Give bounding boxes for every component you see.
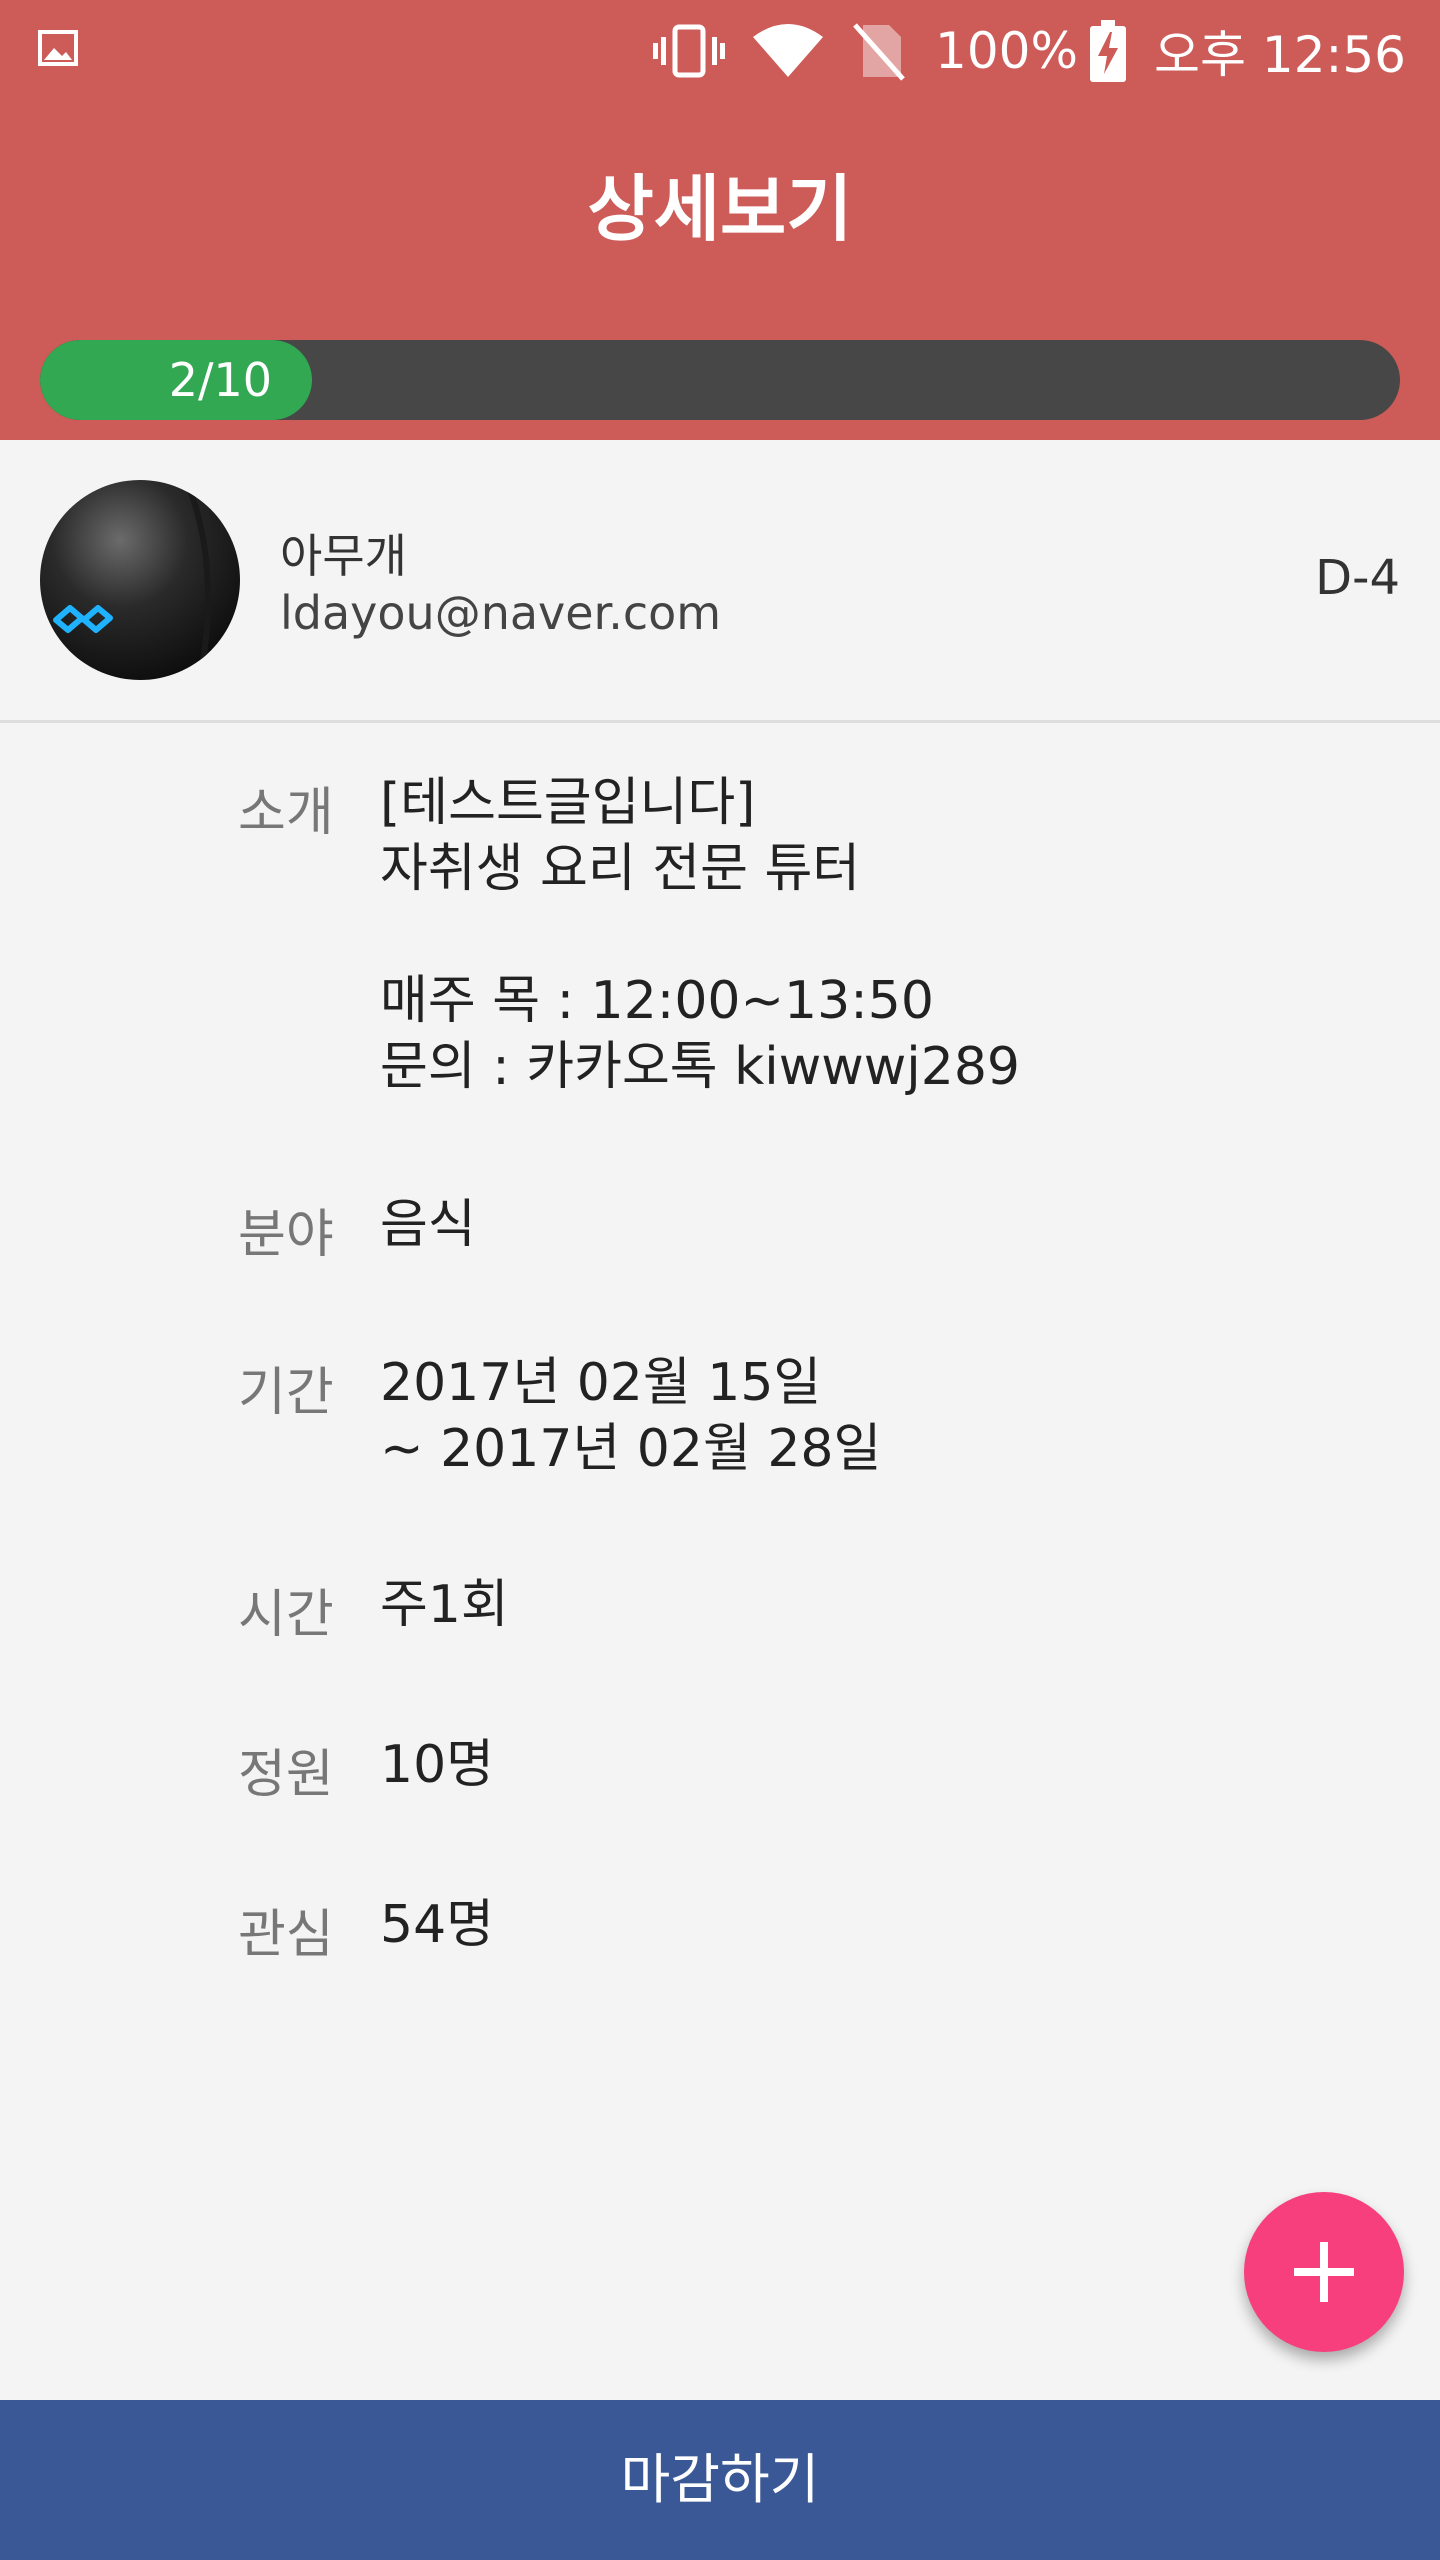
status-icons: 100% 오후 12:56 [625,16,1406,86]
app-header: 100% 오후 12:56 상세보기 2/10 [0,0,1440,440]
detail-screen: 100% 오후 12:56 상세보기 2/10 아무개 ldayou@naver… [0,0,1440,2560]
close-recruitment-button[interactable]: 마감하기 [0,2400,1440,2560]
intro-line [380,902,1020,968]
intro-label: 소개 [238,783,334,843]
clock: 오후 12:56 [1154,26,1406,84]
intro-line: 매주 목 : 12:00~13:50 [380,971,934,1031]
plus-icon [1294,2242,1354,2302]
field-value: 음식 [380,1195,476,1255]
time-value: 주1회 [380,1575,509,1635]
avatar-image [40,480,240,680]
period-end: ~ 2017년 02월 28일 [380,1419,882,1479]
intro-line: [테스트글입니다] [380,773,756,833]
tutor-name: 아무개 [280,529,407,583]
interest-value: 54명 [380,1895,495,1955]
intro-line: 문의 : 카카오톡 kiwwwj289 [380,1037,1020,1097]
battery-percent: 100% [935,22,1078,80]
battery-charging-icon [1090,20,1126,82]
tutor-profile[interactable]: 아무개 ldayou@naver.com D-4 [0,440,1440,723]
intro-line: 자취생 요리 전문 튜터 [380,839,861,899]
image-icon [38,30,78,66]
intro-text: [테스트글입니다] 자취생 요리 전문 튜터 매주 목 : 12:00~13:5… [380,770,1020,1100]
avatar[interactable] [40,480,240,680]
no-sim-icon [853,23,905,81]
capacity-label: 정원 [238,1745,334,1805]
capacity-value: 10명 [380,1735,495,1795]
field-label: 분야 [238,1205,334,1265]
add-fab-button[interactable] [1244,2192,1404,2352]
status-bar: 100% 오후 12:56 [0,0,1440,100]
period-start: 2017년 02월 15일 [380,1353,822,1413]
period-label: 기간 [238,1363,334,1423]
progress-bar: 2/10 [40,340,1400,420]
tutor-email: ldayou@naver.com [280,586,722,640]
dday-badge: D-4 [1315,550,1400,606]
vibrate-icon [653,24,726,78]
interest-label: 관심 [238,1905,334,1965]
period-value: 2017년 02월 15일 ~ 2017년 02월 28일 [380,1350,881,1482]
progress-label: 2/10 [168,353,272,407]
wifi-icon [753,24,824,77]
page-title: 상세보기 [587,167,853,251]
time-label: 시간 [238,1585,334,1645]
